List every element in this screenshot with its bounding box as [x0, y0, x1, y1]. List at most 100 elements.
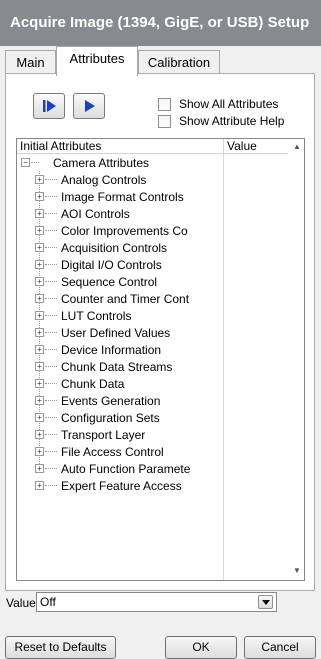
tree-node-label: AOI Controls	[61, 207, 130, 221]
tree-node[interactable]: + Image Format Controls	[17, 189, 223, 205]
show-attribute-help-label: Show Attribute Help	[179, 114, 285, 128]
tree-node[interactable]: + Digital I/O Controls	[17, 257, 223, 273]
tree-scrollbar[interactable]: ▲ ▼	[288, 139, 304, 580]
show-all-attributes-checkbox[interactable]: Show All Attributes	[158, 96, 308, 112]
expand-icon[interactable]: +	[35, 464, 44, 473]
tree-node-label: Chunk Data	[61, 377, 125, 391]
tree-node-label: Transport Layer	[61, 428, 146, 442]
tree-node[interactable]: + Color Improvements Co	[17, 223, 223, 239]
value-dropdown[interactable]: Off	[36, 592, 277, 612]
tree-node[interactable]: + Chunk Data	[17, 376, 223, 392]
tree-node-label: Analog Controls	[61, 173, 147, 187]
tree-connector	[45, 247, 57, 248]
tree-node[interactable]: + Device Information	[17, 342, 223, 358]
expand-icon[interactable]: +	[35, 294, 44, 303]
reset-to-defaults-button[interactable]: Reset to Defaults	[5, 636, 116, 659]
tab-attributes[interactable]: Attributes	[56, 46, 138, 76]
expand-icon[interactable]: +	[35, 362, 44, 371]
attributes-panel: Show All Attributes Show Attribute Help …	[5, 73, 315, 591]
expand-icon[interactable]: +	[35, 379, 44, 388]
tree-connector	[45, 366, 57, 367]
ok-button[interactable]: OK	[165, 636, 237, 659]
expand-icon[interactable]: +	[35, 430, 44, 439]
tree-connector	[31, 162, 39, 163]
tree-node[interactable]: + Analog Controls	[17, 172, 223, 188]
tree-connector	[45, 400, 57, 401]
tree-connector	[45, 485, 57, 486]
tab-strip: Main Attributes Calibration	[0, 46, 321, 76]
scroll-down-icon[interactable]: ▼	[293, 566, 301, 575]
expand-icon[interactable]: +	[35, 175, 44, 184]
dropdown-button[interactable]	[258, 595, 273, 609]
tree-connector	[45, 451, 57, 452]
tab-calibration[interactable]: Calibration	[138, 50, 220, 74]
show-all-attributes-label: Show All Attributes	[179, 97, 279, 111]
column-header-initial-attributes[interactable]: Initial Attributes	[17, 139, 224, 154]
tree-connector	[45, 349, 57, 350]
tree-connector	[45, 434, 57, 435]
value-label: Value	[6, 596, 36, 610]
expand-icon[interactable]: +	[35, 260, 44, 269]
attribute-tree[interactable]: Initial Attributes Value − Camera Attrib…	[16, 138, 305, 581]
play-icon	[85, 100, 95, 112]
show-attribute-help-checkbox[interactable]: Show Attribute Help	[158, 113, 308, 129]
column-header-value[interactable]: Value	[224, 139, 289, 154]
tree-node-label: Camera Attributes	[53, 156, 150, 170]
tree-node[interactable]: + User Defined Values	[17, 325, 223, 341]
collapse-icon[interactable]: −	[21, 158, 30, 167]
tree-node[interactable]: + AOI Controls	[17, 206, 223, 222]
checkbox-box[interactable]	[158, 115, 171, 128]
tree-node-label: LUT Controls	[61, 309, 132, 323]
expand-icon[interactable]: +	[35, 192, 44, 201]
expand-icon[interactable]: +	[35, 209, 44, 218]
tree-node[interactable]: + Expert Feature Access	[17, 478, 223, 494]
tree-connector	[45, 315, 57, 316]
expand-icon[interactable]: +	[35, 328, 44, 337]
tree-node[interactable]: + Acquisition Controls	[17, 240, 223, 256]
step-play-icon	[43, 100, 56, 112]
tree-node[interactable]: + Auto Function Paramete	[17, 461, 223, 477]
chevron-down-icon	[262, 600, 270, 605]
tree-node-label: Chunk Data Streams	[61, 360, 173, 374]
expand-icon[interactable]: +	[35, 413, 44, 422]
tree-root-camera-attributes[interactable]: − Camera Attributes	[17, 155, 223, 171]
tree-node-label: Digital I/O Controls	[61, 258, 162, 272]
expand-icon[interactable]: +	[35, 396, 44, 405]
tree-node[interactable]: + Transport Layer	[17, 427, 223, 443]
tree-connector	[45, 213, 57, 214]
tree-node-label: Expert Feature Access	[61, 479, 182, 493]
run-button[interactable]	[73, 93, 105, 119]
tree-node[interactable]: + LUT Controls	[17, 308, 223, 324]
tree-connector	[45, 298, 57, 299]
expand-icon[interactable]: +	[35, 311, 44, 320]
tree-node-label: User Defined Values	[61, 326, 171, 340]
tree-node-label: Image Format Controls	[61, 190, 184, 204]
tree-node[interactable]: + Counter and Timer Cont	[17, 291, 223, 307]
step-run-button[interactable]	[33, 93, 65, 119]
tree-node-label: Configuration Sets	[61, 411, 160, 425]
cancel-button[interactable]: Cancel	[244, 636, 316, 659]
tree-node[interactable]: + Chunk Data Streams	[17, 359, 223, 375]
tab-main[interactable]: Main	[5, 50, 56, 74]
tree-node[interactable]: + Events Generation	[17, 393, 223, 409]
expand-icon[interactable]: +	[35, 447, 44, 456]
checkbox-box[interactable]	[158, 98, 171, 111]
expand-icon[interactable]: +	[35, 226, 44, 235]
tree-connector	[45, 196, 57, 197]
tree-connector	[45, 230, 57, 231]
tree-node-label: Device Information	[61, 343, 162, 357]
tree-node[interactable]: + Sequence Control	[17, 274, 223, 290]
expand-icon[interactable]: +	[35, 345, 44, 354]
column-divider	[223, 154, 224, 580]
tree-node[interactable]: + File Access Control	[17, 444, 223, 460]
expand-icon[interactable]: +	[35, 243, 44, 252]
tree-connector	[45, 264, 57, 265]
expand-icon[interactable]: +	[35, 277, 44, 286]
scroll-up-icon[interactable]: ▲	[293, 142, 301, 151]
tree-node-label: Counter and Timer Cont	[61, 292, 190, 306]
tree-node[interactable]: + Configuration Sets	[17, 410, 223, 426]
tree-node-label: Sequence Control	[61, 275, 158, 289]
tree-connector	[45, 417, 57, 418]
value-dropdown-text: Off	[40, 595, 56, 609]
expand-icon[interactable]: +	[35, 481, 44, 490]
